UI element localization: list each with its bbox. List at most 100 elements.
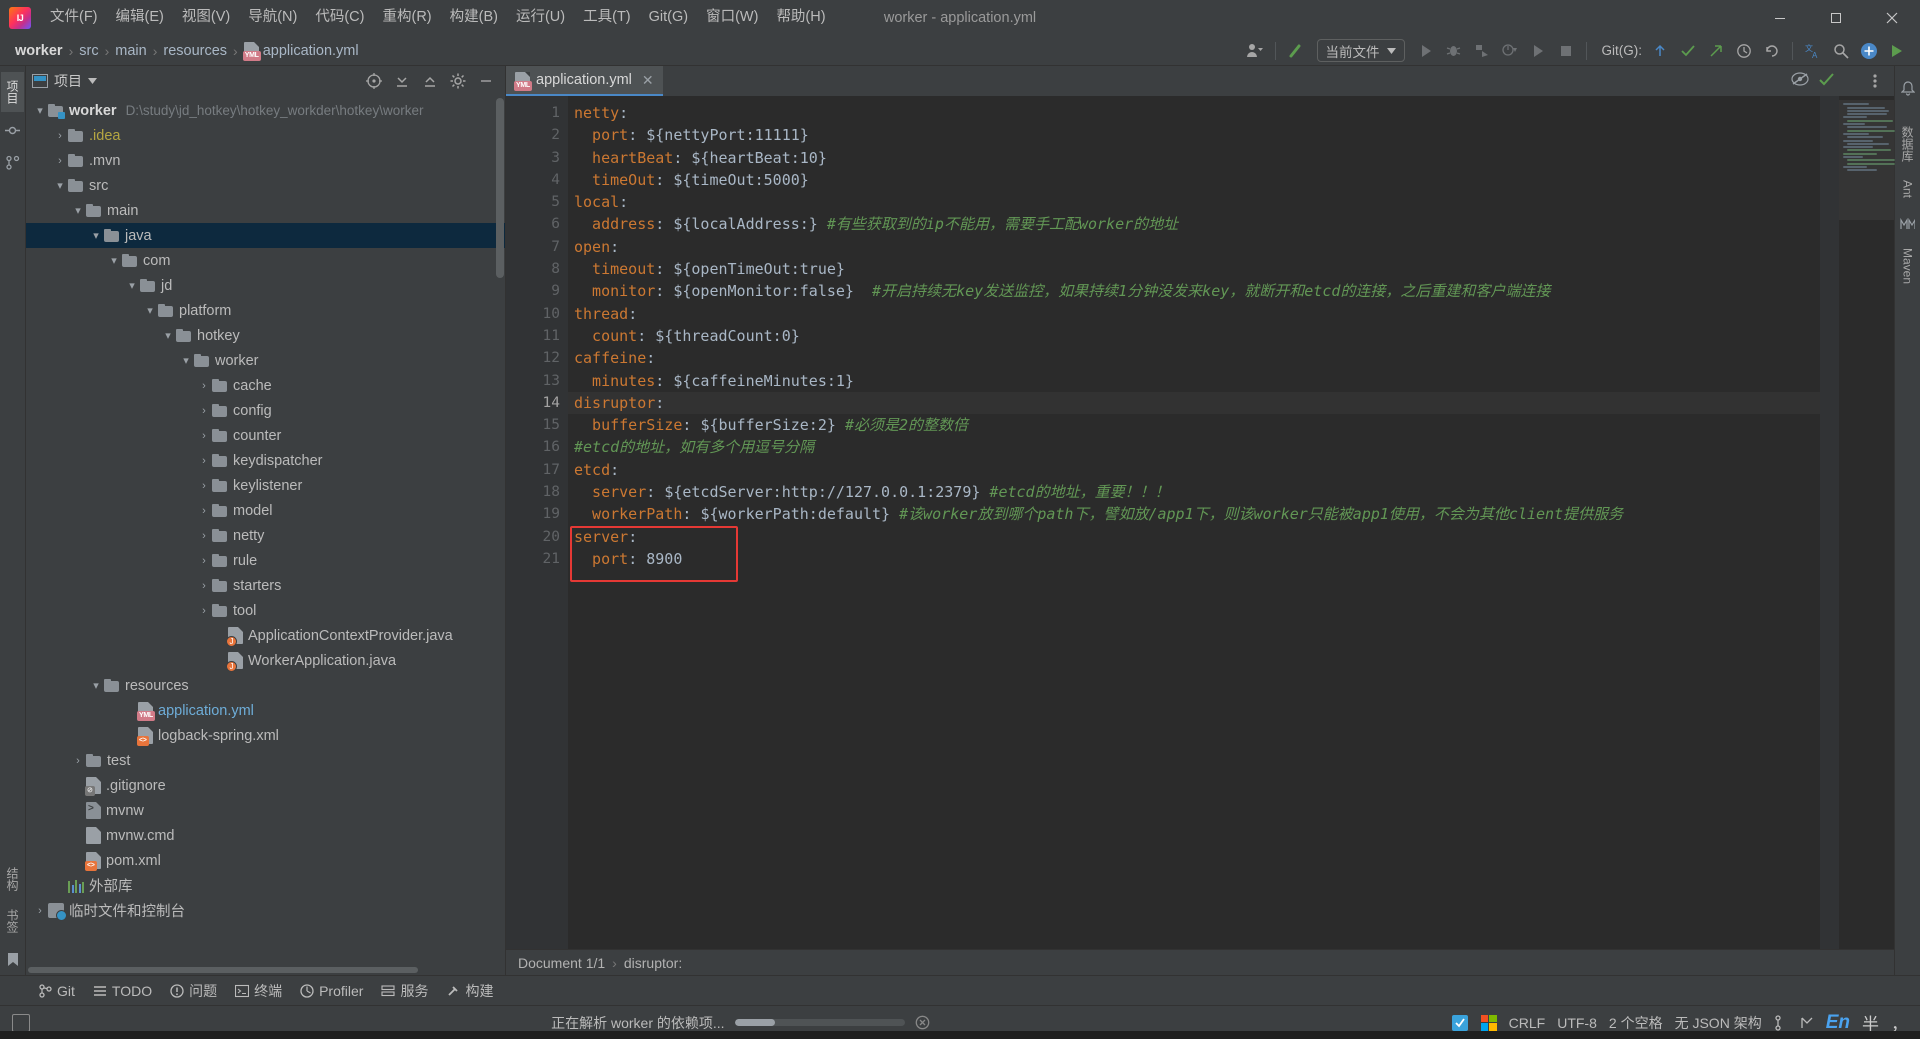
code-line[interactable]: thread: bbox=[568, 303, 1820, 325]
editor-error-stripe[interactable] bbox=[1791, 72, 1838, 949]
run-again-icon[interactable] bbox=[1525, 39, 1551, 63]
tree-node-mvn[interactable]: › .mvn bbox=[26, 148, 505, 173]
json-schema[interactable]: 无 JSON 架构 bbox=[1675, 1013, 1762, 1033]
tree-node-java[interactable]: ▾ java bbox=[26, 223, 505, 248]
build-hammer-icon[interactable] bbox=[1283, 39, 1309, 63]
project-panel-actions[interactable] bbox=[361, 69, 499, 93]
bottom-item-git[interactable]: Git bbox=[30, 980, 83, 1002]
expand-all-icon[interactable] bbox=[389, 69, 415, 93]
code-editor[interactable]: 1 2 3 4 5 6 7 8 9 10 11 12 13 14 15 16 1 bbox=[506, 72, 1895, 949]
chevron-down-icon[interactable]: ▾ bbox=[32, 104, 48, 117]
settings-gear-icon[interactable] bbox=[445, 69, 471, 93]
sidebar-item-project[interactable]: 项目 bbox=[1, 72, 24, 112]
tree-node-test[interactable]: › test bbox=[26, 748, 505, 773]
code-line[interactable]: port: 8900 bbox=[568, 548, 1820, 570]
line-number-gutter[interactable]: 1 2 3 4 5 6 7 8 9 10 11 12 13 14 15 16 1 bbox=[506, 96, 568, 949]
bottom-tool-window-bar[interactable]: Git TODO 问题 终端 Profiler 服务 构建 bbox=[0, 975, 1920, 1005]
tree-node-scratches[interactable]: › 临时文件和控制台 bbox=[26, 898, 505, 923]
run-icon[interactable] bbox=[1413, 39, 1439, 63]
code-line[interactable]: server: ${etcdServer:http://127.0.0.1:23… bbox=[568, 481, 1820, 503]
chevron-down-icon[interactable]: ▾ bbox=[88, 679, 104, 692]
minimap-viewport[interactable] bbox=[1839, 100, 1894, 220]
translate-icon[interactable]: 文A bbox=[1800, 39, 1826, 63]
pull-request-icon[interactable] bbox=[4, 153, 22, 171]
editor-settings-icon[interactable] bbox=[1856, 66, 1894, 96]
code-line[interactable]: etcd: bbox=[568, 459, 1820, 481]
code-line[interactable]: monitor: ${openMonitor:false} #开启持续无key发… bbox=[568, 280, 1820, 302]
editor-breadcrumb-bar[interactable]: Document 1/1 › disruptor: bbox=[506, 949, 1894, 975]
windows-icon[interactable] bbox=[1480, 1014, 1497, 1031]
tree-node-platform[interactable]: ▾ platform bbox=[26, 298, 505, 323]
menu-help[interactable]: 帮助(H) bbox=[767, 4, 834, 31]
code-line[interactable]: timeout: ${openTimeOut:true} bbox=[568, 258, 1820, 280]
chevron-right-icon[interactable]: › bbox=[52, 155, 68, 167]
menu-run[interactable]: 运行(U) bbox=[507, 4, 574, 31]
code-line[interactable]: port: ${nettyPort:11111} bbox=[568, 124, 1820, 146]
sidebar-item-structure[interactable]: 结构 bbox=[1, 859, 24, 899]
chevron-down-icon[interactable]: ▾ bbox=[142, 304, 158, 317]
maven-icon[interactable] bbox=[1899, 215, 1917, 233]
code-line[interactable]: minutes: ${caffeineMinutes:1} bbox=[568, 370, 1820, 392]
git-commit-check-icon[interactable] bbox=[1675, 39, 1701, 63]
bookmark-icon[interactable] bbox=[4, 950, 22, 968]
chevron-down-icon[interactable]: ▾ bbox=[178, 354, 194, 367]
tree-node-pom-xml[interactable]: <> pom.xml bbox=[26, 848, 505, 873]
menu-git[interactable]: Git(G) bbox=[640, 4, 697, 31]
sidebar-item-ant[interactable]: Ant bbox=[1898, 172, 1918, 206]
project-tree-vscrollbar[interactable] bbox=[496, 98, 504, 278]
close-button[interactable] bbox=[1864, 0, 1920, 36]
profiler-icon[interactable] bbox=[1497, 39, 1523, 63]
breadcrumb-resources[interactable]: resources bbox=[158, 41, 232, 61]
sidebar-item-database[interactable]: 数据库 bbox=[1896, 118, 1919, 170]
file-encoding[interactable]: UTF-8 bbox=[1557, 1015, 1597, 1031]
navbar-toolbar[interactable]: 当前文件 Git(G): 文 A bbox=[1242, 39, 1920, 63]
chevron-right-icon[interactable]: › bbox=[196, 480, 212, 492]
indent-setting[interactable]: 2 个空格 bbox=[1609, 1013, 1663, 1033]
tree-node-worker[interactable]: ▾ worker D:\study\jd_hotkey\hotkey_workd… bbox=[26, 98, 505, 123]
stop-icon[interactable] bbox=[1553, 39, 1579, 63]
tree-node-gitignore[interactable]: ⊘ .gitignore bbox=[26, 773, 505, 798]
tree-node-logback-spring-xml[interactable]: <> logback-spring.xml bbox=[26, 723, 505, 748]
menu-build[interactable]: 构建(B) bbox=[441, 4, 507, 31]
line-separator[interactable]: CRLF bbox=[1509, 1015, 1546, 1031]
user-avatar-icon[interactable] bbox=[1242, 39, 1268, 63]
editor-tab-application-yml[interactable]: YML application.yml ✕ bbox=[506, 66, 663, 96]
code-line[interactable]: bufferSize: ${bufferSize:2} #必须是2的整数倍 bbox=[568, 414, 1820, 436]
stop-progress-icon[interactable] bbox=[915, 1015, 930, 1030]
code-line[interactable]: open: bbox=[568, 236, 1820, 258]
ide-notifications-icon[interactable] bbox=[1451, 1014, 1469, 1032]
right-tool-strip[interactable]: 数据库 Ant Maven bbox=[1894, 66, 1920, 975]
tree-node-rule[interactable]: › rule bbox=[26, 548, 505, 573]
plus-icon[interactable] bbox=[1856, 39, 1882, 63]
code-line[interactable]: count: ${threadCount:0} bbox=[568, 325, 1820, 347]
tree-node-tool[interactable]: › tool bbox=[26, 598, 505, 623]
tree-node-keydispatcher[interactable]: › keydispatcher bbox=[26, 448, 505, 473]
breadcrumb-worker[interactable]: worker bbox=[10, 41, 68, 61]
history-icon[interactable] bbox=[1731, 39, 1757, 63]
editor-minimap[interactable] bbox=[1838, 96, 1895, 949]
code-line[interactable]: local: bbox=[568, 191, 1820, 213]
maximize-button[interactable] bbox=[1808, 0, 1864, 36]
code-line[interactable]: address: ${localAddress:} #有些获取到的ip不能用，需… bbox=[568, 213, 1820, 235]
left-tool-strip[interactable]: 项目 结构 书签 bbox=[0, 66, 26, 975]
git-update-icon[interactable] bbox=[1647, 39, 1673, 63]
editor-tab-strip[interactable]: YML application.yml ✕ bbox=[506, 66, 1894, 96]
git-branch-icon[interactable] bbox=[1774, 1014, 1788, 1031]
run-coverage-icon[interactable] bbox=[1469, 39, 1495, 63]
chevron-down-icon[interactable]: ▾ bbox=[52, 179, 68, 192]
breadcrumb-main[interactable]: main bbox=[110, 41, 151, 61]
menu-code[interactable]: 代码(C) bbox=[306, 4, 373, 31]
chevron-right-icon[interactable]: › bbox=[196, 380, 212, 392]
tree-node-worker-pkg[interactable]: ▾ worker bbox=[26, 348, 505, 373]
chevron-down-icon[interactable]: ▾ bbox=[88, 229, 104, 242]
menu-navigate[interactable]: 导航(N) bbox=[239, 4, 306, 31]
commit-tool-icon[interactable] bbox=[4, 121, 22, 139]
tree-node-starters[interactable]: › starters bbox=[26, 573, 505, 598]
chevron-right-icon[interactable]: › bbox=[196, 555, 212, 567]
chevron-right-icon[interactable]: › bbox=[196, 505, 212, 517]
window-controls[interactable] bbox=[1752, 0, 1920, 36]
bottom-item-terminal[interactable]: 终端 bbox=[227, 978, 290, 1004]
updates-icon[interactable] bbox=[1884, 39, 1910, 63]
menu-edit[interactable]: 编辑(E) bbox=[107, 4, 173, 31]
chevron-right-icon[interactable]: › bbox=[196, 430, 212, 442]
